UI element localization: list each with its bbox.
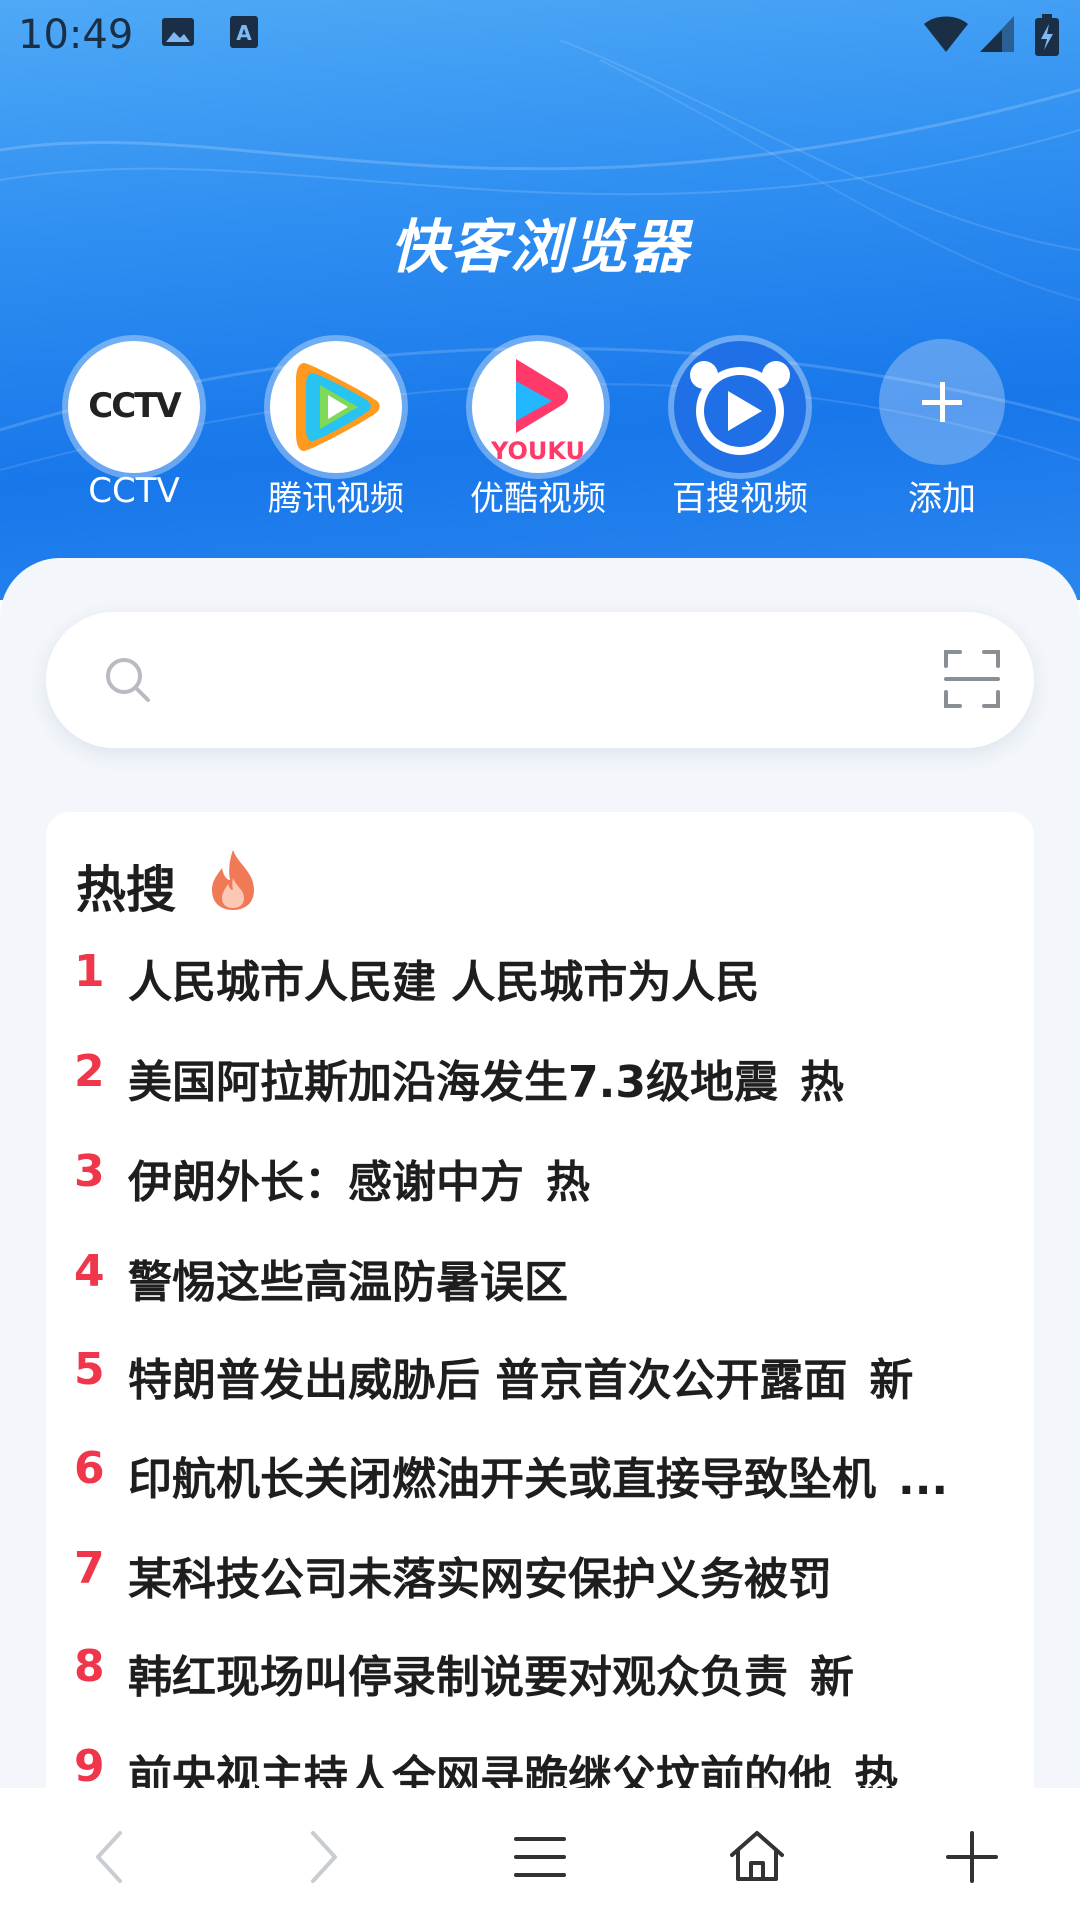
status-time: 10:49	[18, 12, 134, 58]
hot-rank: 8	[74, 1641, 105, 1692]
hot-tag: 新	[869, 1355, 914, 1406]
home-icon[interactable]	[712, 1812, 802, 1902]
shortcut-ring	[264, 335, 408, 479]
shortcut-label: 百搜视频	[672, 479, 808, 519]
back-icon[interactable]	[65, 1812, 155, 1902]
baisou-video-logo-icon	[674, 341, 806, 473]
shortcut-ring: YOUKU	[466, 335, 610, 479]
search-input[interactable]	[176, 642, 960, 720]
menu-icon[interactable]	[495, 1812, 585, 1902]
app-title: 快客浏览器	[389, 213, 690, 281]
hot-search-item[interactable]: 7 某科技公司未落实网安保护义务被罚	[46, 1529, 1034, 1619]
tencent-video-logo-icon	[270, 341, 402, 473]
shortcut-tencent-video[interactable]: 腾讯视频	[246, 335, 426, 519]
hot-search-item[interactable]: 5 特朗普发出威胁后 普京首次公开露面新	[46, 1330, 1034, 1420]
search-icon[interactable]	[102, 654, 154, 710]
hot-rank: 3	[74, 1146, 105, 1197]
hot-rank: 6	[74, 1443, 105, 1494]
hot-search-item[interactable]: 8 韩红现场叫停录制说要对观众负责新	[46, 1627, 1034, 1717]
hot-search-item[interactable]: 1 人民城市人民建 人民城市为人民	[46, 932, 1034, 1022]
shortcut-baisou-video[interactable]: 百搜视频	[650, 335, 830, 519]
search-bar[interactable]	[46, 612, 1034, 748]
hot-tag: 新	[810, 1652, 854, 1703]
new-tab-icon[interactable]	[927, 1812, 1017, 1902]
hot-rank: 5	[74, 1344, 105, 1395]
shortcut-ring	[668, 335, 812, 479]
cctv-logo-icon: CCTV	[68, 341, 200, 473]
hot-text: 某科技公司未落实网安保护义务被罚	[128, 1554, 832, 1605]
scan-icon[interactable]	[942, 648, 1002, 714]
shortcut-row: CCTV CCTV 腾讯视频 YOUKU 优酷视频 百搜视频 添加	[0, 335, 1080, 519]
hot-search-card: 热搜 1 人民城市人民建 人民城市为人民 2 美国阿拉斯加沿海发生7.3级地震热…	[46, 812, 1034, 1812]
status-bar: 10:49 A	[0, 0, 1080, 72]
shortcut-add[interactable]: 添加	[852, 335, 1032, 519]
signal-icon	[978, 14, 1016, 58]
browser-home-screen: 10:49 A 快客浏览器 CCTV CCTV 腾讯视频 YOUKU 优酷视频 …	[0, 0, 1080, 1920]
hot-search-item[interactable]: 4 警惕这些高温防暑误区	[46, 1232, 1034, 1322]
hot-rank: 9	[74, 1741, 105, 1792]
text-a-icon: A	[228, 14, 260, 54]
wifi-icon	[922, 14, 970, 58]
plus-icon	[879, 339, 1005, 465]
shortcut-youku[interactable]: YOUKU 优酷视频	[448, 335, 628, 519]
shortcut-cctv[interactable]: CCTV CCTV	[44, 335, 224, 515]
hot-text: 伊朗外长：感谢中方热	[128, 1157, 590, 1208]
battery-charging-icon	[1034, 14, 1060, 62]
shortcut-label: 优酷视频	[470, 479, 606, 519]
shortcut-label: CCTV	[88, 471, 180, 511]
shortcut-ring: CCTV	[62, 335, 206, 479]
svg-text:CCTV: CCTV	[88, 386, 182, 426]
hot-tag: ...	[898, 1454, 949, 1505]
youku-logo-icon: YOUKU	[472, 341, 604, 473]
hero-header: 10:49 A 快客浏览器 CCTV CCTV 腾讯视频 YOUKU 优酷视频 …	[0, 0, 1080, 600]
hot-text: 警惕这些高温防暑误区	[128, 1257, 568, 1308]
hot-text: 韩红现场叫停录制说要对观众负责新	[128, 1652, 854, 1703]
forward-icon[interactable]	[278, 1812, 368, 1902]
hot-search-item[interactable]: 2 美国阿拉斯加沿海发生7.3级地震热	[46, 1032, 1034, 1122]
hot-rank: 4	[74, 1246, 105, 1297]
hot-text: 特朗普发出威胁后 普京首次公开露面新	[128, 1355, 914, 1406]
fire-icon	[202, 848, 264, 916]
svg-text:YOUKU: YOUKU	[490, 437, 585, 465]
hot-text: 人民城市人民建 人民城市为人民	[128, 957, 760, 1008]
hot-rank: 2	[74, 1046, 105, 1097]
svg-text:A: A	[236, 21, 252, 45]
hot-search-item[interactable]: 6 印航机长关闭燃油开关或直接导致坠机...	[46, 1429, 1034, 1519]
image-icon	[160, 14, 196, 54]
hot-rank: 1	[74, 946, 105, 997]
shortcut-label: 腾讯视频	[268, 479, 404, 519]
hot-text: 印航机长关闭燃油开关或直接导致坠机...	[128, 1454, 949, 1505]
hot-search-title: 热搜	[76, 861, 176, 919]
hot-rank: 7	[74, 1543, 105, 1594]
hot-search-item[interactable]: 3 伊朗外长：感谢中方热	[46, 1132, 1034, 1222]
bottom-nav-bar	[0, 1788, 1080, 1920]
hot-text: 美国阿拉斯加沿海发生7.3级地震热	[128, 1057, 844, 1108]
hot-tag: 热	[799, 1057, 844, 1108]
hot-tag: 热	[546, 1157, 590, 1208]
shortcut-label: 添加	[908, 479, 976, 519]
